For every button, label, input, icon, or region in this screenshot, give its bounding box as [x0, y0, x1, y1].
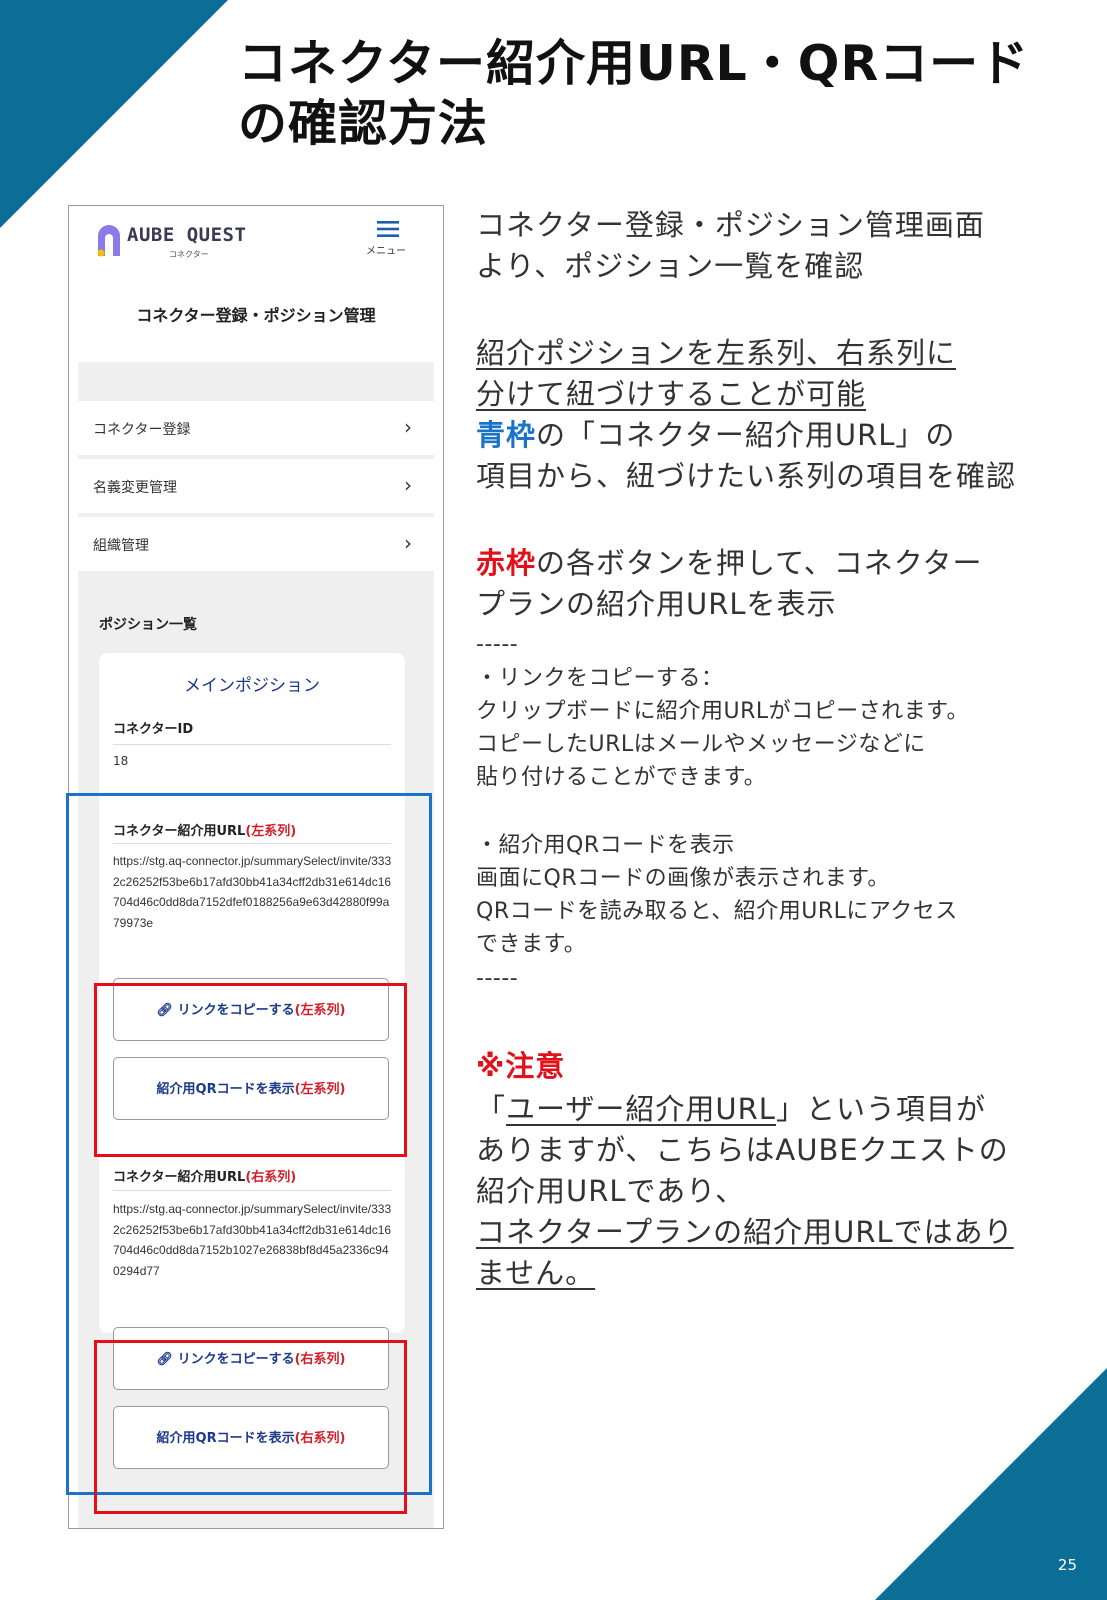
text-line: コネクター登録・ポジション管理画面: [476, 208, 985, 242]
text-line: クリップボードに紹介用URLがコピーされます。: [476, 699, 969, 724]
hamburger-menu-icon[interactable]: [376, 220, 400, 238]
screen-title: コネクター登録・ポジション管理: [136, 306, 376, 325]
chevron-right-icon: ›: [404, 415, 412, 439]
app-logo-subtitle: コネクター: [169, 250, 209, 259]
menu-label[interactable]: メニュー: [366, 242, 406, 257]
qr-explanation: ・紹介用QRコードを表示 画面にQRコードの画像が表示されます。 QRコードを読…: [476, 829, 958, 961]
app-logo-text: AUBE QUEST: [127, 224, 247, 246]
text-line: 紹介ポジションを左系列、右系列に: [476, 336, 957, 370]
text-line: より、ポジション一覧を確認: [476, 249, 865, 283]
note-body: 「ユーザー紹介用URL」という項目が ありますが、こちらはAUBEクエストの 紹…: [476, 1089, 1014, 1294]
positions-heading: ポジション一覧: [99, 617, 197, 633]
user-url-term: ユーザー紹介用URL: [506, 1092, 776, 1126]
red-highlight-frame-right: [94, 1340, 407, 1514]
instruction-paragraph-3: 赤枠の各ボタンを押して、コネクター プランの紹介用URLを表示: [476, 543, 983, 625]
main-position-title: メインポジション: [184, 676, 320, 696]
text-line: 紹介用URLであり、: [476, 1174, 746, 1208]
text-line: コネクタープランの紹介用URLではあり: [476, 1215, 1014, 1249]
chevron-right-icon: ›: [404, 531, 412, 555]
menu-item-label: 組織管理: [93, 538, 149, 554]
text-line: の各ボタンを押して、コネクター: [536, 546, 983, 580]
connector-id-label: コネクターID: [113, 722, 194, 737]
red-frame-label: 赤枠: [476, 546, 537, 580]
text-line: ・紹介用QRコードを表示: [476, 833, 735, 858]
divider-text: -----: [476, 632, 519, 657]
connector-id-value: 18: [113, 754, 129, 768]
text-line: 項目から、紐づけたい系列の項目を確認: [476, 459, 1017, 493]
text-line: 分けて紐づけすることが可能: [476, 377, 867, 411]
chevron-right-icon: ›: [404, 473, 412, 497]
divider-text: -----: [476, 966, 519, 991]
text-line: 画面にQRコードの画像が表示されます。: [476, 866, 890, 891]
aube-quest-logo-icon: [97, 225, 120, 257]
instruction-paragraph-2: 紹介ポジションを左系列、右系列に 分けて紐づけすることが可能 青枠の「コネクター…: [476, 333, 1016, 497]
title-line-1: コネクター紹介用URL・QRコード: [238, 35, 1030, 92]
text-line: できます。: [476, 932, 587, 957]
menu-item-connector-registration[interactable]: コネクター登録 ›: [78, 401, 434, 455]
copy-link-explanation: ・リンクをコピーする： クリップボードに紹介用URLがコピーされます。 コピーし…: [476, 662, 969, 794]
text-line: プランの紹介用URLを表示: [476, 587, 837, 621]
slide-title: コネクター紹介用URL・QRコード の確認方法: [238, 34, 1029, 154]
text-line: ません。: [476, 1256, 596, 1290]
corner-decoration-top-left: [0, 0, 228, 228]
instruction-paragraph-1: コネクター登録・ポジション管理画面 より、ポジション一覧を確認: [476, 205, 985, 287]
app-header: AUBE QUEST コネクター メニュー: [69, 206, 443, 276]
title-line-2: の確認方法: [238, 95, 489, 152]
text-line: 」という項目が: [775, 1092, 986, 1126]
divider: [113, 744, 391, 745]
text-line: ありますが、こちらはAUBEクエストの: [476, 1133, 1009, 1167]
blue-frame-label: 青枠: [476, 418, 537, 452]
text-line: 「: [476, 1092, 507, 1126]
menu-item-name-change[interactable]: 名義変更管理 ›: [78, 459, 434, 513]
text-line: の「コネクター紹介用URL」の: [536, 418, 956, 452]
page-number: 25: [1057, 1556, 1077, 1574]
text-line: コピーしたURLはメールやメッセージなどに: [476, 732, 926, 757]
note-title: ※注意: [476, 1049, 566, 1083]
menu-item-label: 名義変更管理: [93, 480, 177, 496]
menu-item-label: コネクター登録: [93, 422, 191, 438]
text-line: ・リンクをコピーする：: [476, 666, 724, 691]
text-line: 貼り付けることができます。: [476, 765, 767, 790]
menu-item-organization[interactable]: 組織管理 ›: [78, 517, 434, 571]
red-highlight-frame-left: [94, 983, 407, 1157]
text-line: QRコードを読み取ると、紹介用URLにアクセス: [476, 899, 958, 924]
